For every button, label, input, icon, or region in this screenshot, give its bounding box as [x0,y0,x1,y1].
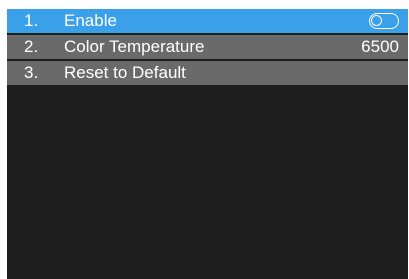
menu-item-enable[interactable]: 1. Enable [7,9,408,33]
enable-toggle-switch[interactable] [369,13,399,29]
menu-item-number: 1. [24,11,39,30]
menu-item-label: Enable [64,11,117,30]
menu-item-label: Color Temperature [64,37,205,56]
menu-item-number: 2. [24,37,39,56]
menu-item-color-temperature[interactable]: 2. Color Temperature 6500 [7,35,408,59]
menu-item-label: Reset to Default [64,63,186,82]
osd-menu-panel: 1. Enable 2. Color Temperature 6500 3. R… [7,9,408,279]
menu-item-reset-to-default[interactable]: 3. Reset to Default [7,61,408,85]
menu-item-number: 3. [24,63,39,82]
color-temperature-value: 6500 [361,37,399,56]
toggle-knob [371,15,382,26]
